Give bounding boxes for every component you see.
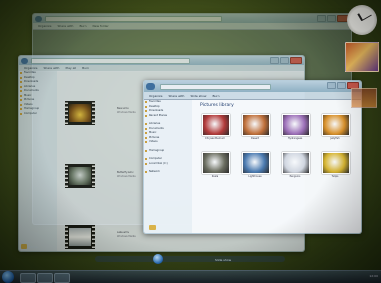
picture-name: Penguins xyxy=(289,175,301,178)
minimize-icon[interactable] xyxy=(317,15,326,22)
toolbar: Organize Share with Slide show Burn xyxy=(144,92,361,100)
toolbar-new-folder[interactable]: New folder xyxy=(92,24,108,28)
picture-grid: Pictures library Chrysanthemum Desert Hydr… xyxy=(192,100,361,233)
picture-thumbnail[interactable] xyxy=(322,152,350,174)
picture-thumbnail[interactable] xyxy=(202,152,230,174)
video-name: Bear.wmv xyxy=(117,107,129,110)
toolbar-slide-show[interactable]: Slide show xyxy=(190,94,206,98)
nav-item[interactable]: Homegroup xyxy=(144,149,192,154)
picture-name: Desert xyxy=(251,137,259,140)
folder-icon xyxy=(149,225,156,230)
maximize-icon[interactable] xyxy=(327,15,336,22)
picture-name: Jellyfish xyxy=(330,137,340,140)
picture-name: Lighthouse xyxy=(248,175,262,178)
video-thumbnail-lake[interactable] xyxy=(65,225,95,249)
video-detail: Windows Media xyxy=(117,235,136,238)
media-controls: Slide show xyxy=(95,254,285,264)
window-pictures-library[interactable]: Organize Share with Slide show Burn Favo… xyxy=(143,80,362,234)
video-thumbnail-butterfly[interactable] xyxy=(65,164,95,188)
play-button[interactable] xyxy=(153,254,163,264)
picture-name: Hydrangeas xyxy=(287,137,303,140)
video-detail: Windows Media xyxy=(117,111,136,114)
nav-item[interactable]: Videos xyxy=(144,140,192,145)
picture-thumbnail[interactable] xyxy=(282,114,310,136)
titlebar[interactable] xyxy=(33,14,351,23)
toolbar-share[interactable]: Share with xyxy=(43,66,59,70)
nav-item[interactable]: Local Disk (C:) xyxy=(144,162,192,167)
toolbar-organize[interactable]: Organize xyxy=(38,24,51,28)
address-bar[interactable] xyxy=(45,16,222,22)
address-bar[interactable] xyxy=(31,58,190,64)
picture-name: Chrysanthemum xyxy=(205,137,225,140)
video-thumbnail-bear[interactable] xyxy=(65,101,95,125)
navigation-pane: Favorites Desktop Downloads Libraries Do… xyxy=(19,71,57,251)
start-button[interactable] xyxy=(2,271,14,283)
clock-gadget[interactable] xyxy=(347,5,377,35)
video-detail: Windows Media xyxy=(117,175,136,178)
close-icon[interactable] xyxy=(290,57,302,64)
taskbar-button-explorer[interactable] xyxy=(37,273,53,283)
taskbar-button-ie[interactable] xyxy=(20,273,36,283)
picture-status xyxy=(149,225,156,230)
picture-name: Koala xyxy=(211,175,219,178)
folder-icon xyxy=(21,244,27,249)
status-bar: Items xyxy=(21,244,37,249)
taskbar-button-media[interactable] xyxy=(54,273,70,283)
nav-item[interactable]: Recent Places xyxy=(144,114,192,119)
picture-thumbnail[interactable] xyxy=(202,114,230,136)
titlebar[interactable] xyxy=(19,56,304,65)
picture-name: Tulips xyxy=(331,175,339,178)
slideshow-gadget[interactable] xyxy=(345,42,379,72)
status-text: Items xyxy=(29,244,38,249)
toolbar: Organize Share with Burn New folder xyxy=(33,23,351,30)
nav-item[interactable]: Computer xyxy=(19,112,57,117)
navigation-pane: Favorites Desktop Downloads Recent Place… xyxy=(144,100,192,233)
maximize-icon[interactable] xyxy=(337,82,346,89)
toolbar-burn[interactable]: Burn xyxy=(79,24,86,28)
player-bar xyxy=(95,256,285,262)
titlebar[interactable] xyxy=(144,81,361,92)
picture-thumbnail[interactable] xyxy=(242,114,270,136)
address-bar[interactable] xyxy=(160,84,271,90)
toolbar-burn[interactable]: Burn xyxy=(212,94,219,98)
maximize-icon[interactable] xyxy=(280,57,289,64)
video-name: Lake.wmv xyxy=(117,231,130,234)
library-heading: Pictures library xyxy=(200,103,234,108)
feed-gadget[interactable] xyxy=(351,88,377,108)
picture-thumbnail[interactable] xyxy=(322,114,350,136)
picture-thumbnail[interactable] xyxy=(242,152,270,174)
back-forward-icon[interactable] xyxy=(21,57,28,64)
toolbar-organize[interactable]: Organize xyxy=(24,66,37,70)
minimize-icon[interactable] xyxy=(270,57,279,64)
toolbar-share[interactable]: Share with xyxy=(168,94,184,98)
toolbar-play-all[interactable]: Play all xyxy=(65,66,76,70)
toolbar-burn[interactable]: Burn xyxy=(82,66,89,70)
player-label: Slide show xyxy=(215,258,232,262)
back-forward-icon[interactable] xyxy=(146,83,155,90)
toolbar-organize[interactable]: Organize xyxy=(149,94,162,98)
toolbar-share[interactable]: Share with xyxy=(57,24,73,28)
video-name: Butterfly.wmv xyxy=(117,171,134,174)
nav-item[interactable]: Network xyxy=(144,170,192,175)
taskbar: 12:00 xyxy=(0,270,381,283)
back-forward-icon[interactable] xyxy=(35,15,42,22)
picture-thumbnail[interactable] xyxy=(282,152,310,174)
tray-clock[interactable]: 12:00 xyxy=(369,274,378,278)
minimize-icon[interactable] xyxy=(327,82,336,89)
minute-hand xyxy=(361,14,372,21)
